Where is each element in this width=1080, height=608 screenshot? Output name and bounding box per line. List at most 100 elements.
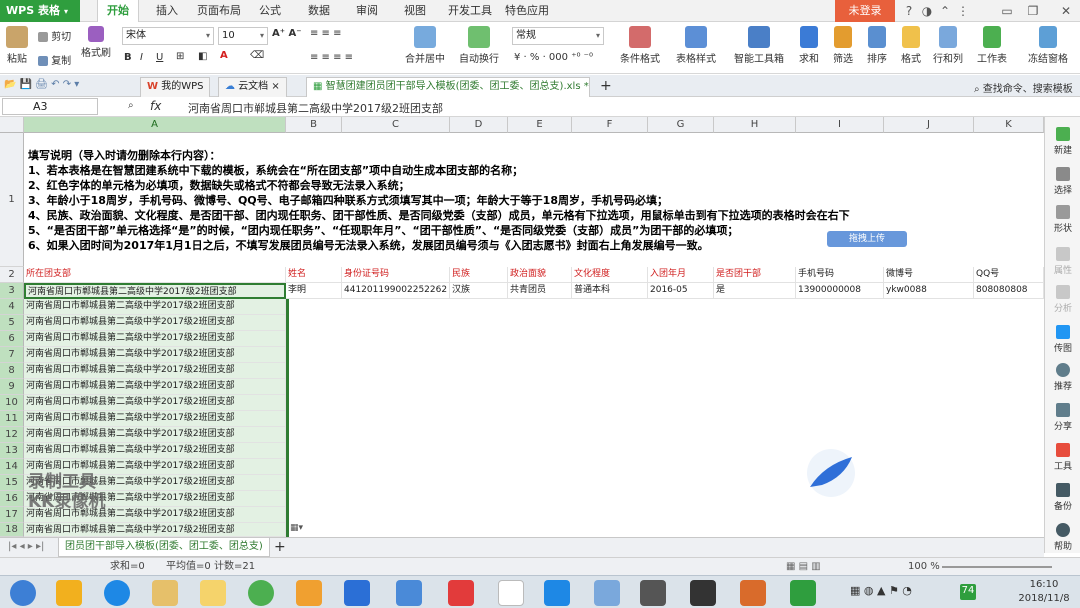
cell-political-status[interactable]: 共青团员 xyxy=(508,283,572,299)
sidebar-shape[interactable]: 形状 xyxy=(1045,205,1080,234)
col-header-e[interactable]: E xyxy=(508,117,572,133)
cell-branch-row6[interactable]: 河南省周口市郸城县第二高级中学2017级2班团支部 xyxy=(24,331,286,347)
wps-app-menu[interactable]: WPS 表格 ▾ xyxy=(0,0,80,22)
cut-button[interactable]: 剪切 xyxy=(38,28,71,43)
windows-taskbar-app-1-icon[interactable] xyxy=(56,580,82,606)
row-header-18[interactable]: 18 xyxy=(0,523,24,537)
copy-button[interactable]: 复制 xyxy=(38,52,71,67)
row-header-12[interactable]: 12 xyxy=(0,427,24,443)
wps-spreadsheet-task-icon[interactable] xyxy=(790,580,816,606)
filter-button[interactable]: 筛选 xyxy=(826,26,860,65)
search-commands[interactable]: ⌕ 查找命令、搜索模板 xyxy=(974,80,1073,95)
login-button[interactable]: 未登录 xyxy=(835,0,895,22)
italic-icon[interactable]: I xyxy=(140,52,143,63)
tab-home[interactable]: 开始 xyxy=(97,0,139,22)
col-header-c[interactable]: C xyxy=(342,117,450,133)
row-header-11[interactable]: 11 xyxy=(0,411,24,427)
help-icon[interactable]: ? xyxy=(902,0,916,22)
tab-active-file[interactable]: ▦ 智慧团建团员团干部导入模板(团委、团工委、团总支).xls * xyxy=(306,77,590,97)
folder-icon[interactable] xyxy=(200,580,226,606)
bold-icon[interactable]: B xyxy=(124,52,132,63)
row-header-4[interactable]: 4 xyxy=(0,299,24,315)
row-header-13[interactable]: 13 xyxy=(0,443,24,459)
sort-button[interactable]: 排序 xyxy=(860,26,894,65)
row-header-17[interactable]: 17 xyxy=(0,507,24,523)
row-header-6[interactable]: 6 xyxy=(0,331,24,347)
wrap-text-button[interactable]: 自动换行 xyxy=(454,26,504,65)
number-format-select[interactable]: 常规 ▾ xyxy=(512,27,604,45)
col-header-f[interactable]: F xyxy=(572,117,648,133)
tab-page-layout[interactable]: 页面布局 xyxy=(194,0,244,22)
format-button[interactable]: 格式 xyxy=(894,26,928,65)
drag-upload-popup[interactable]: 拖拽上传 xyxy=(827,231,907,247)
sidebar-backup[interactable]: 备份 xyxy=(1045,483,1080,512)
sidebar-share[interactable]: 分享 xyxy=(1045,403,1080,432)
close-icon[interactable]: × xyxy=(271,81,279,92)
header-join-date[interactable]: 入团年月 xyxy=(648,267,714,283)
view-mode-icons[interactable]: ▦ ▤ ▥ xyxy=(786,558,821,576)
sidebar-new[interactable]: 新建 xyxy=(1045,127,1080,156)
ie-browser-icon[interactable] xyxy=(104,580,130,606)
cell-id-number[interactable]: 441201199002252262 xyxy=(342,283,450,299)
row-header-8[interactable]: 8 xyxy=(0,363,24,379)
start-button-icon[interactable] xyxy=(10,580,36,606)
sidebar-recommend[interactable]: 推荐 xyxy=(1045,363,1080,392)
clear-format-icon[interactable]: ⌫ xyxy=(250,50,264,61)
row-header-2[interactable]: 2 xyxy=(0,267,24,283)
row-col-button[interactable]: 行和列 xyxy=(928,26,968,65)
row-header-7[interactable]: 7 xyxy=(0,347,24,363)
cell-branch-row5[interactable]: 河南省周口市郸城县第二高级中学2017级2班团支部 xyxy=(24,315,286,331)
row-header-5[interactable]: 5 xyxy=(0,315,24,331)
cell-branch-row10[interactable]: 河南省周口市郸城县第二高级中学2017级2班团支部 xyxy=(24,395,286,411)
explorer-icon[interactable] xyxy=(152,580,178,606)
table-app-icon[interactable] xyxy=(544,580,570,606)
sidebar-send-image[interactable]: 传图 xyxy=(1045,325,1080,354)
cell-branch-row4[interactable]: 河南省周口市郸城县第二高级中学2017级2班团支部 xyxy=(24,299,286,315)
merge-center-button[interactable]: 合并居中 xyxy=(400,26,450,65)
tray-badge[interactable]: 74 xyxy=(960,584,976,600)
window-app-icon[interactable] xyxy=(594,580,620,606)
col-header-h[interactable]: H xyxy=(714,117,796,133)
header-qq[interactable]: QQ号 xyxy=(974,267,1044,283)
sidebar-select[interactable]: 选择 xyxy=(1045,167,1080,196)
col-header-j[interactable]: J xyxy=(884,117,974,133)
currency-percent-icon[interactable]: ¥ · % · 000 ⁺⁰ ⁻⁰ xyxy=(514,52,593,63)
system-clock[interactable]: 16:10 2018/11/8 xyxy=(1018,578,1070,606)
cell-phone[interactable]: 13900000008 xyxy=(796,283,884,299)
zoom-search-icon[interactable]: ⌕ xyxy=(128,100,134,111)
header-weibo[interactable]: 微博号 xyxy=(884,267,974,283)
grow-font-icon[interactable]: A⁺ A⁻ xyxy=(272,28,302,39)
freeze-panes-button[interactable]: 冻结窗格 xyxy=(1018,26,1078,65)
cell-ethnicity[interactable]: 汉族 xyxy=(450,283,508,299)
align-left-icon[interactable]: ≡ ≡ ≡ ≡ xyxy=(310,52,353,63)
media-player-icon[interactable] xyxy=(296,580,322,606)
select-all-corner[interactable] xyxy=(0,117,24,133)
zoom-slider[interactable] xyxy=(942,566,1052,568)
fill-color-icon[interactable]: ◧ xyxy=(198,51,207,62)
row-header-16[interactable]: 16 xyxy=(0,491,24,507)
table-style-button[interactable]: 表格样式 xyxy=(668,26,724,65)
cell-branch-row13[interactable]: 河南省周口市郸城县第二高级中学2017级2班团支部 xyxy=(24,443,286,459)
video-app-icon[interactable] xyxy=(498,580,524,606)
capture-app-icon[interactable] xyxy=(740,580,766,606)
cell-branch-row11[interactable]: 河南省周口市郸城县第二高级中学2017级2班团支部 xyxy=(24,411,286,427)
col-header-i[interactable]: I xyxy=(796,117,884,133)
cell-branch-row12[interactable]: 河南省周口市郸城县第二高级中学2017级2班团支部 xyxy=(24,427,286,443)
row-header-15[interactable]: 15 xyxy=(0,475,24,491)
header-is-cadre[interactable]: 是否团干部 xyxy=(714,267,796,283)
border-icon[interactable]: ⊞ xyxy=(176,51,184,62)
tab-review[interactable]: 审阅 xyxy=(352,0,382,22)
col-header-k[interactable]: K xyxy=(974,117,1044,133)
quick-access-icons[interactable]: 📂 💾 🖨 ↶ ↷ ▾ xyxy=(4,79,79,90)
font-size-select[interactable]: 10 ▾ xyxy=(218,27,268,45)
restore-icon[interactable]: ❐ xyxy=(1026,0,1040,22)
cloud-app-icon[interactable] xyxy=(396,580,422,606)
tray-icons[interactable]: ▦ ◍ ▲ ⚑ ◔ xyxy=(850,584,912,598)
tab-special-apps[interactable]: 特色应用 xyxy=(502,0,552,22)
app-blue-icon[interactable] xyxy=(344,580,370,606)
sheet-nav-icons[interactable]: |◂ ◂ ▸ ▸| xyxy=(8,541,44,552)
cell-branch-row18[interactable]: 河南省周口市郸城县第二高级中学2017级2班团支部 xyxy=(24,523,286,537)
tab-formulas[interactable]: 公式 xyxy=(255,0,285,22)
active-cell-a3[interactable]: 河南省周口市郸城县第二高级中学2017级2班团支部 xyxy=(24,283,286,299)
fx-icon[interactable]: fx xyxy=(150,99,161,113)
